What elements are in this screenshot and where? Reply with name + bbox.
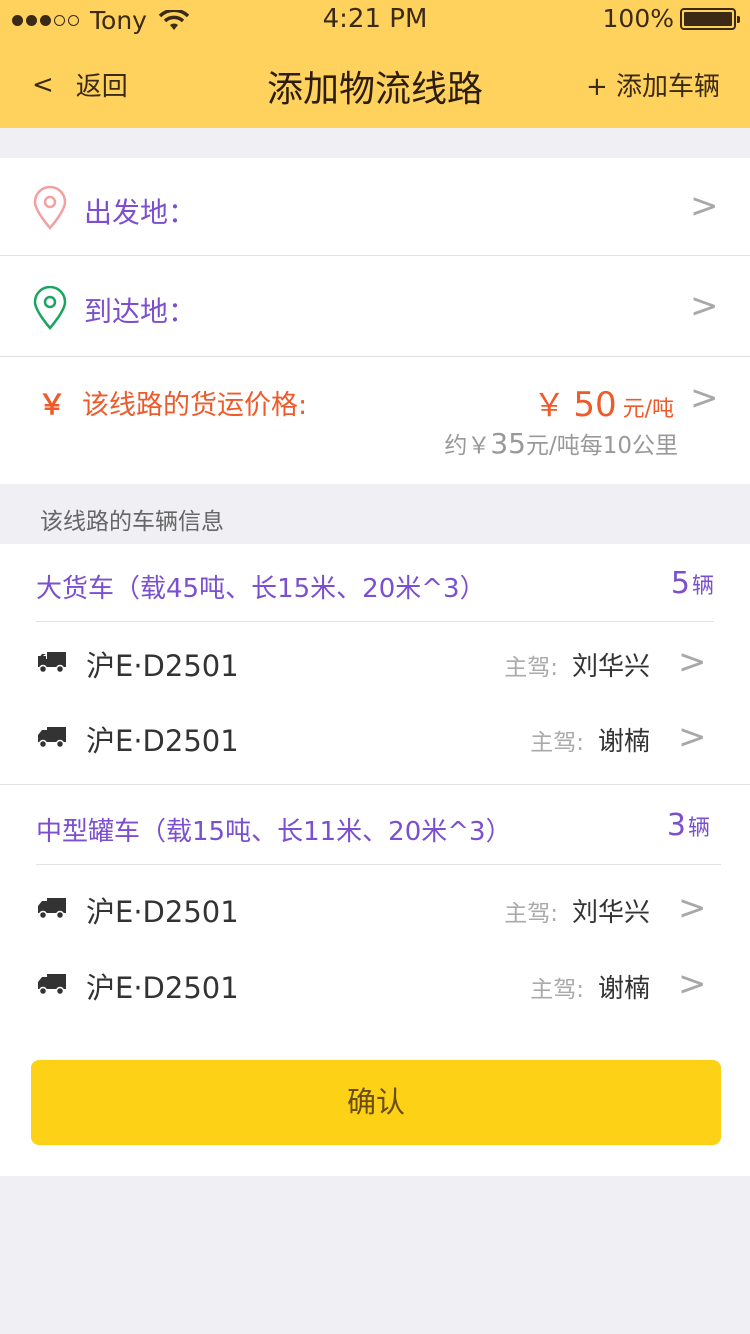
driver-info: 主驾: 谢楠 [530,721,650,758]
destination-row[interactable]: 到达地： > [0,256,750,356]
divider [36,621,714,622]
yen-icon: ￥ [38,388,67,421]
vehicle-arrow-icon: > [678,642,707,682]
destination-arrow-icon: > [690,286,719,326]
battery-percent: 100% [602,4,674,33]
price-estimate-value: 35 [490,427,526,460]
vehicle-count-unit: 辆 [687,816,710,841]
driver-info: 主驾: 刘华兴 [504,892,650,929]
vehicle-plate: 沪E·D2501 [86,971,239,1005]
price-estimate-prefix: 约￥ [444,433,491,459]
vehicle-count-unit: 辆 [691,574,714,599]
vehicle-group-count: 3 辆 [667,808,710,843]
driver-name: 谢楠 [597,727,650,757]
vehicle-group-title: 大货车（载45吨、长15米、20米^3） [36,574,486,604]
truck-icon [38,974,66,996]
driver-name: 谢楠 [597,974,650,1004]
truck-icon [38,727,66,749]
price-estimate: 约￥ 35 元/吨每10公里 [444,426,678,460]
divider [0,784,750,785]
vehicle-arrow-icon: > [678,888,707,928]
origin-label: 出发地： [84,196,197,229]
price-unit: 元/吨 [622,397,674,422]
vehicle-group-title: 中型罐车（载15吨、长11米、20米^3） [36,817,512,847]
driver-label: 主驾: [504,901,558,927]
driver-label: 主驾: [530,977,584,1003]
price-label: 该线路的货运价格: [82,390,308,421]
vehicle-arrow-icon: > [678,717,707,757]
price-symbol: ￥ [533,386,566,424]
vehicle-count-number: 5 [670,566,690,601]
vehicle-plate: 沪E·D2501 [86,649,239,683]
price-number: 50 [573,385,617,425]
truck-icon [38,652,66,674]
header: Tony 4:21 PM 100% < 返回 添加物流线路 + 添加车辆 [0,0,750,128]
driver-name: 刘华兴 [571,898,650,928]
origin-row[interactable]: 出发地： > [0,158,750,255]
vehicle-plate: 沪E·D2501 [86,724,239,758]
vehicle-row[interactable]: 沪E·D2501 主驾: 谢楠 > [0,703,750,775]
vehicles-section-title: 该线路的车辆信息 [40,509,224,535]
vehicle-row[interactable]: 沪E·D2501 主驾: 谢楠 > [0,950,750,1022]
truck-icon [38,898,66,920]
vehicle-count-number: 3 [666,808,686,843]
vehicle-group-count: 5 辆 [671,566,714,601]
battery-status: 100% [602,4,740,33]
battery-icon [680,7,740,30]
add-vehicle-button[interactable]: + 添加车辆 [586,66,720,103]
confirm-button[interactable]: 确认 [31,1060,721,1145]
vehicle-arrow-icon: > [678,964,707,1004]
destination-label: 到达地： [84,295,197,328]
driver-label: 主驾: [530,730,584,756]
divider [36,864,721,865]
vehicle-plate: 沪E·D2501 [86,895,239,929]
vehicle-row[interactable]: 沪E·D2501 主驾: 刘华兴 > [0,628,750,700]
price-value: ￥ 50 元/吨 [533,380,674,426]
location-pin-icon [33,286,67,330]
driver-info: 主驾: 谢楠 [530,968,650,1005]
price-arrow-icon: > [690,378,719,418]
vehicle-row[interactable]: 沪E·D2501 主驾: 刘华兴 > [0,874,750,946]
driver-info: 主驾: 刘华兴 [504,646,650,683]
status-bar: Tony 4:21 PM 100% [0,0,750,40]
origin-arrow-icon: > [690,186,719,226]
location-pin-icon [33,186,67,230]
driver-label: 主驾: [504,655,558,681]
price-estimate-suffix: 元/吨每10公里 [525,433,678,459]
driver-name: 刘华兴 [571,652,650,682]
